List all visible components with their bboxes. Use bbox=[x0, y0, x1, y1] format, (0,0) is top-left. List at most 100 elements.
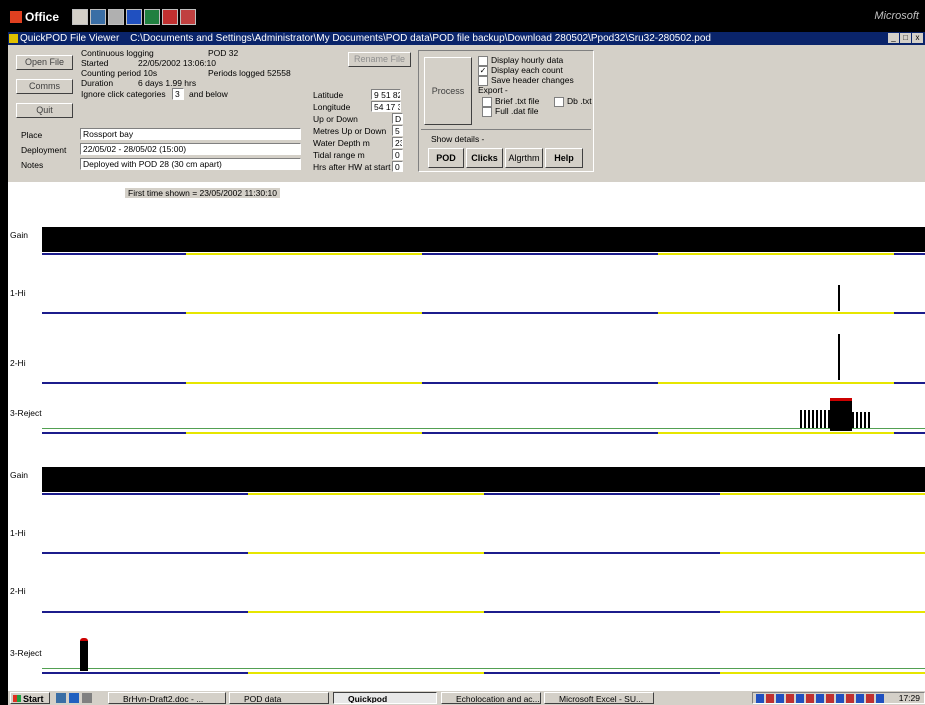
db-check-icon bbox=[554, 96, 564, 107]
hi1-label: 1-Hi bbox=[10, 288, 26, 298]
minimize-icon[interactable]: _ bbox=[888, 33, 899, 43]
office-shortcut-bar: Office Microsoft bbox=[8, 8, 925, 26]
start-button[interactable]: Start bbox=[10, 692, 50, 704]
hi2-label: 2-Hi bbox=[10, 586, 26, 596]
baseline-segment bbox=[248, 493, 484, 495]
word-app-icon[interactable] bbox=[126, 9, 142, 25]
tray-icons[interactable] bbox=[756, 694, 886, 703]
desktop-quicklaunch-icon[interactable] bbox=[56, 693, 66, 703]
window-title-bar: QuickPOD File Viewer C:\Documents and Se… bbox=[8, 32, 925, 45]
word-shortcut-icon[interactable] bbox=[72, 9, 88, 25]
reject-cluster bbox=[80, 638, 88, 671]
gain-bar bbox=[42, 467, 925, 492]
baseline-segment bbox=[42, 312, 186, 314]
baseline-segment bbox=[42, 432, 186, 434]
pod-number: POD 32 bbox=[208, 48, 239, 58]
window-controls: _ □ x bbox=[888, 33, 923, 43]
taskbar-item-echolocation[interactable]: Echolocation and ac... bbox=[441, 692, 541, 704]
baseline-segment bbox=[186, 312, 422, 314]
show-details-label: Show details - bbox=[431, 134, 485, 144]
logging-mode: Continuous logging bbox=[81, 48, 154, 58]
baseline-segment bbox=[720, 672, 925, 674]
taskbar-item-word-doc[interactable]: BrHvn-Draft2.doc - ... bbox=[108, 692, 226, 704]
metres-label: Metres Up or Down bbox=[313, 126, 387, 136]
mail-shortcut-icon[interactable] bbox=[90, 9, 106, 25]
baseline-segment bbox=[422, 312, 658, 314]
ignore-label: Ignore click categories bbox=[81, 89, 166, 99]
office-logo[interactable]: Office bbox=[10, 9, 66, 25]
baseline-segment bbox=[484, 611, 720, 613]
baseline-segment bbox=[248, 672, 484, 674]
db-checkbox[interactable]: Db .txt bbox=[554, 96, 592, 107]
baseline-segment bbox=[186, 432, 422, 434]
periods-logged: Periods logged 52558 bbox=[208, 68, 291, 78]
open-file-button[interactable]: Open File bbox=[16, 55, 73, 70]
hrs-field[interactable]: 0 bbox=[392, 161, 403, 172]
click-spike bbox=[838, 334, 840, 380]
deployment-field[interactable]: 22/05/02 - 28/05/02 (15:00) bbox=[80, 143, 301, 155]
baseline-segment bbox=[42, 552, 248, 554]
clicks-button[interactable]: Clicks bbox=[466, 148, 503, 168]
clock: 17:29 bbox=[898, 693, 920, 703]
powerpoint-app-icon[interactable] bbox=[162, 9, 178, 25]
algrthm-button[interactable]: Algrthm bbox=[505, 148, 543, 168]
excel-app-icon[interactable] bbox=[144, 9, 160, 25]
longitude-field[interactable]: 54 17 32 bbox=[371, 101, 401, 112]
ignore-categories-input[interactable]: 3 bbox=[172, 88, 184, 100]
export-label: Export - bbox=[478, 85, 508, 95]
baseline-segment bbox=[894, 382, 925, 384]
metres-field[interactable]: 5 bbox=[392, 125, 403, 136]
baseline-segment bbox=[42, 611, 248, 613]
divider bbox=[421, 129, 591, 130]
outlook-quicklaunch-icon[interactable] bbox=[82, 693, 92, 703]
baseline-segment bbox=[422, 253, 658, 255]
browser-quicklaunch-icon[interactable] bbox=[69, 693, 79, 703]
baseline-segment bbox=[720, 611, 925, 613]
comms-button[interactable]: Comms bbox=[16, 79, 73, 94]
quit-button[interactable]: Quit bbox=[16, 103, 73, 118]
access-app-icon[interactable] bbox=[180, 9, 196, 25]
hi1-label: 1-Hi bbox=[10, 528, 26, 538]
control-panel: Open File Comms Quit Continuous logging … bbox=[8, 45, 925, 182]
taskbar-item-pod-data[interactable]: POD data bbox=[229, 692, 329, 704]
taskbar-item-quickpod[interactable]: Quickpod bbox=[333, 692, 437, 704]
reject-baseline bbox=[42, 428, 925, 429]
maximize-icon[interactable]: □ bbox=[900, 33, 911, 43]
office-label: Office bbox=[25, 10, 60, 24]
notes-field[interactable]: Deployed with POD 28 (30 cm apart) bbox=[80, 158, 301, 170]
rename-file-button[interactable]: Rename File bbox=[348, 52, 411, 67]
baseline-segment bbox=[894, 432, 925, 434]
baseline-segment bbox=[484, 672, 720, 674]
baseline-segment bbox=[42, 672, 248, 674]
gain-bar bbox=[42, 227, 925, 252]
doc-shortcut-icon[interactable] bbox=[108, 9, 124, 25]
depth-field[interactable]: 23 bbox=[392, 137, 403, 148]
full-check-icon bbox=[482, 106, 492, 117]
baseline-segment bbox=[720, 493, 925, 495]
pod-button[interactable]: POD bbox=[428, 148, 464, 168]
baseline-segment bbox=[248, 611, 484, 613]
close-icon[interactable]: x bbox=[912, 33, 923, 43]
reject-label: 3-Reject bbox=[10, 648, 42, 658]
started-value: 22/05/2002 13:06:10 bbox=[138, 58, 216, 68]
baseline-segment bbox=[422, 382, 658, 384]
taskbar-item-excel[interactable]: Microsoft Excel - SU... bbox=[544, 692, 654, 704]
baseline-segment bbox=[484, 552, 720, 554]
full-checkbox[interactable]: Full .dat file bbox=[482, 106, 538, 117]
help-button[interactable]: Help bbox=[545, 148, 583, 168]
baseline-segment bbox=[658, 432, 894, 434]
place-field[interactable]: Rossport bay bbox=[80, 128, 301, 140]
latitude-field[interactable]: 9 51 82 bbox=[371, 89, 401, 100]
process-button[interactable]: Process bbox=[424, 57, 472, 125]
baseline-segment bbox=[248, 552, 484, 554]
baseline-segment bbox=[422, 432, 658, 434]
updown-field[interactable]: D bbox=[392, 113, 403, 124]
place-label: Place bbox=[21, 130, 43, 140]
reject-cluster bbox=[830, 398, 852, 431]
reject-cluster bbox=[800, 410, 830, 428]
system-tray: 17:29 bbox=[752, 692, 925, 704]
tidal-field[interactable]: 0 bbox=[392, 149, 403, 160]
app-title: QuickPOD File Viewer bbox=[20, 33, 120, 44]
updown-label: Up or Down bbox=[313, 114, 358, 124]
reject-label: 3-Reject bbox=[10, 408, 42, 418]
